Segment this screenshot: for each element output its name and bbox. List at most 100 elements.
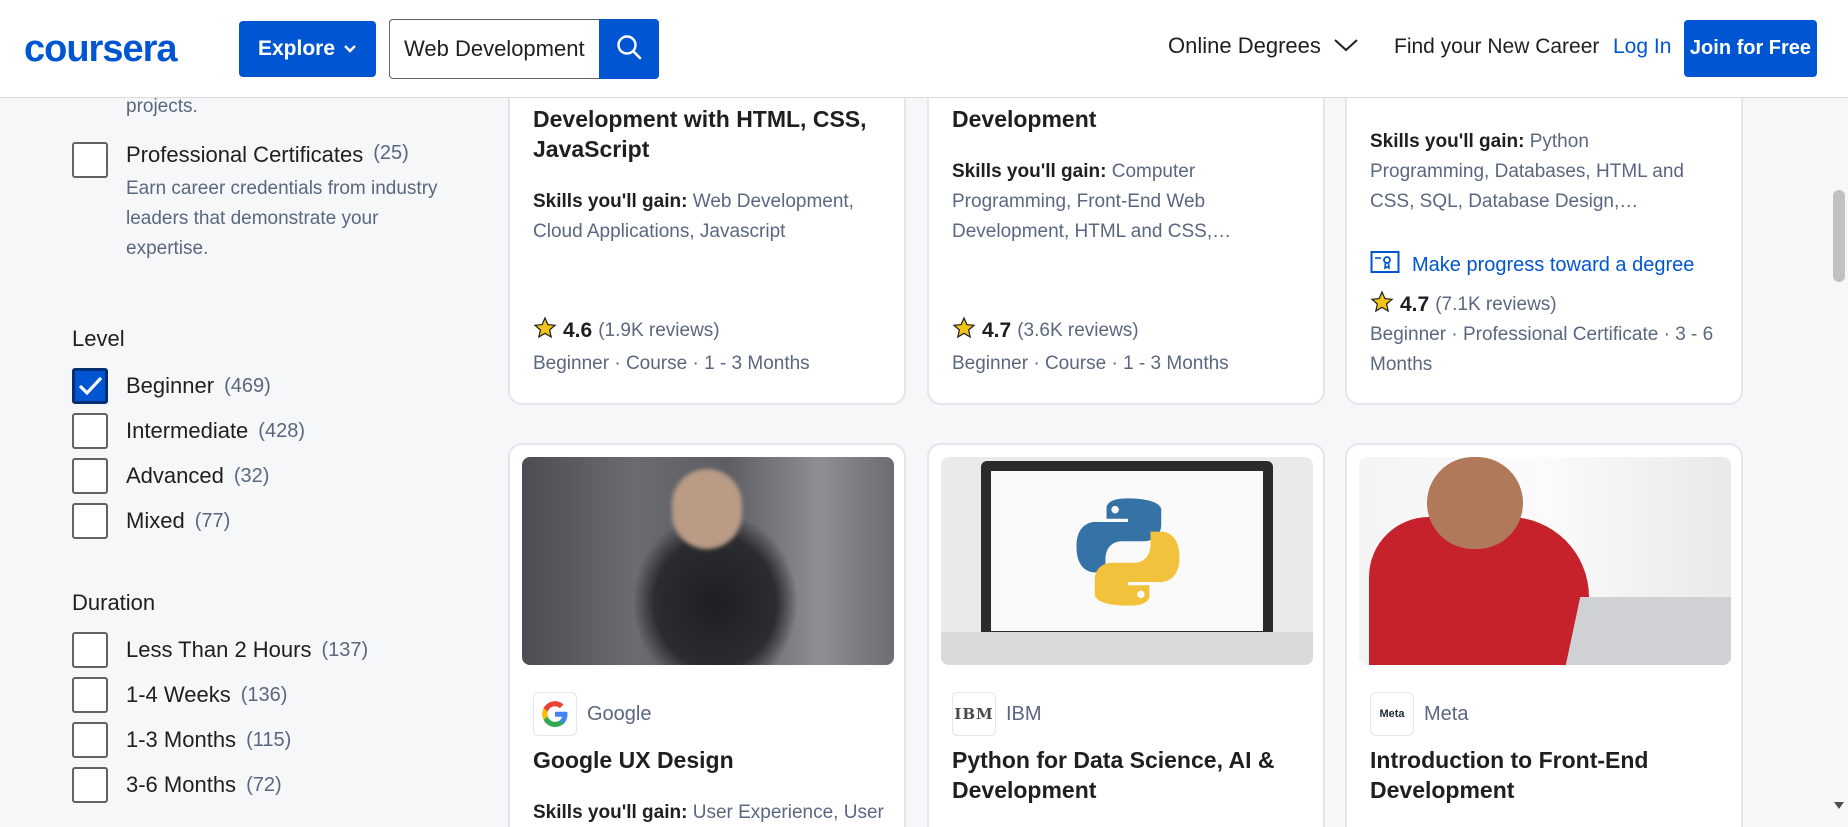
meta-logo-icon: Meta (1370, 692, 1414, 736)
checkmark-icon (78, 376, 103, 396)
partner: IBM IBM (952, 692, 1042, 736)
review-count: (1.9K reviews) (598, 320, 720, 341)
python-logo-icon (1069, 493, 1187, 616)
skills-line: Web Development, (692, 191, 854, 212)
filter-duration-1-4-weeks[interactable]: 1-4 Weeks (136) (72, 677, 287, 713)
filter-description-line: Earn career credentials from industry (126, 178, 438, 199)
coursera-logo[interactable]: coursera (24, 28, 178, 71)
course-meta-line: Months (1370, 354, 1433, 375)
skills-text: Skills you'll gain: Python (1370, 127, 1589, 157)
partner-name: Google (587, 702, 652, 725)
join-for-free-button[interactable]: Join for Free (1684, 20, 1817, 77)
filter-count: (72) (246, 773, 282, 796)
rating-value: 4.7 (1400, 293, 1430, 316)
filter-label: 1-3 Months (126, 727, 237, 752)
course-title-line: Development with HTML, CSS, (533, 106, 867, 132)
course-card[interactable]: Development with HTML, CSS, JavaScript S… (508, 60, 906, 405)
ibm-logo-icon: IBM (952, 692, 996, 736)
star-icon (952, 316, 976, 346)
course-title-line: Development (952, 106, 1097, 132)
course-thumbnail (941, 457, 1313, 665)
star-icon (533, 316, 557, 346)
find-career-link[interactable]: Find your New Career (1394, 35, 1599, 59)
filter-duration-1-3-months[interactable]: 1-3 Months (115) (72, 722, 291, 758)
degree-icon (1370, 250, 1400, 280)
filter-label: Mixed (126, 508, 185, 533)
filter-count: (32) (233, 464, 270, 487)
scroll-down-arrow-icon[interactable] (1833, 800, 1845, 814)
filter-duration-less-2h[interactable]: Less Than 2 Hours (137) (72, 632, 368, 668)
review-count: (3.6K reviews) (1017, 320, 1139, 341)
chevron-down-icon (343, 41, 357, 57)
filter-duration-3-6-months[interactable]: 3-6 Months (72) (72, 767, 282, 803)
partner: Google (533, 692, 652, 736)
course-card[interactable]: Google Google UX Design Skills you'll ga… (508, 443, 906, 827)
filter-level-advanced[interactable]: Advanced (32) (72, 458, 269, 494)
skills-line: Programming, Databases, HTML and (1370, 161, 1684, 182)
filter-sidebar: projects. Professional Certificates (25)… (0, 96, 490, 827)
search-button[interactable] (599, 19, 659, 79)
course-meta: Beginner · Course · 1 - 3 Months (952, 353, 1229, 374)
filter-label: Intermediate (126, 418, 249, 443)
rating: 4.7 (3.6K reviews) (952, 316, 1139, 346)
skills-text: Skills you'll gain: User Experience, Use… (533, 798, 884, 827)
skills-line: Programming, Front-End Web (952, 191, 1206, 212)
filter-level-mixed[interactable]: Mixed (77) (72, 503, 230, 539)
course-card[interactable]: Skills you'll gain: Python Programming, … (1345, 60, 1743, 405)
top-header: coursera Explore Online Degrees Find you… (0, 0, 1848, 98)
skills-label: Skills you'll gain: (533, 191, 688, 212)
course-card[interactable]: Meta Meta Introduction to Front-End Deve… (1345, 443, 1743, 827)
checkbox[interactable] (72, 677, 108, 713)
skills-text: Skills you'll gain: Computer (952, 157, 1195, 187)
filter-label: Beginner (126, 373, 215, 398)
filter-count: (137) (321, 638, 369, 661)
course-title-line: Development (952, 777, 1097, 803)
rating: 4.6 (1.9K reviews) (533, 316, 720, 346)
search-icon (615, 33, 643, 66)
rating-value: 4.6 (563, 319, 593, 342)
filter-count: (428) (258, 419, 305, 442)
instructor-head (672, 469, 742, 549)
chevron-down-icon (1333, 33, 1359, 59)
filter-count: (25) (373, 142, 409, 164)
rating-value: 4.7 (982, 319, 1012, 342)
checkbox-checked[interactable] (72, 368, 108, 404)
checkbox[interactable] (72, 503, 108, 539)
checkbox[interactable] (72, 722, 108, 758)
course-title-line: Google UX Design (533, 747, 734, 773)
filter-professional-certificates[interactable]: Professional Certificates (25) (72, 142, 409, 178)
filter-level-beginner[interactable]: Beginner (469) (72, 368, 271, 404)
checkbox[interactable] (72, 413, 108, 449)
checkbox[interactable] (72, 142, 108, 178)
explore-button[interactable]: Explore (239, 21, 376, 77)
course-title-line: JavaScript (533, 136, 650, 162)
course-card[interactable]: Development Skills you'll gain: Computer… (927, 60, 1325, 405)
degree-progress-link[interactable]: Make progress toward a degree (1370, 250, 1694, 280)
checkbox[interactable] (72, 632, 108, 668)
skills-line: Computer (1111, 161, 1196, 182)
filter-label: Professional Certificates (126, 142, 364, 167)
filter-label: Less Than 2 Hours (126, 637, 312, 662)
partner-name: IBM (1006, 702, 1042, 725)
course-card[interactable]: IBM IBM Python for Data Science, AI & De… (927, 443, 1325, 827)
online-degrees-menu[interactable]: Online Degrees (1168, 33, 1359, 59)
checkbox[interactable] (72, 458, 108, 494)
skills-label: Skills you'll gain: (1370, 131, 1525, 152)
filter-count: (469) (224, 374, 271, 397)
checkbox[interactable] (72, 767, 108, 803)
filter-label: 1-4 Weeks (126, 682, 231, 707)
duration-heading: Duration (72, 590, 156, 615)
filter-description-line: expertise. (126, 238, 209, 259)
explore-label: Explore (257, 37, 336, 60)
filter-label: 3-6 Months (126, 772, 237, 797)
course-meta: Beginner · Course · 1 - 3 Months (533, 353, 810, 374)
login-link[interactable]: Log In (1613, 35, 1671, 59)
filter-label: Advanced (126, 463, 224, 488)
search-input[interactable] (389, 19, 599, 79)
search-bar (389, 19, 659, 79)
person-head (1427, 457, 1523, 549)
course-title-line: Introduction to Front-End (1370, 747, 1649, 773)
filter-description-line: leaders that demonstrate your (126, 208, 379, 229)
scrollbar-thumb[interactable] (1833, 190, 1845, 282)
filter-level-intermediate[interactable]: Intermediate (428) (72, 413, 305, 449)
